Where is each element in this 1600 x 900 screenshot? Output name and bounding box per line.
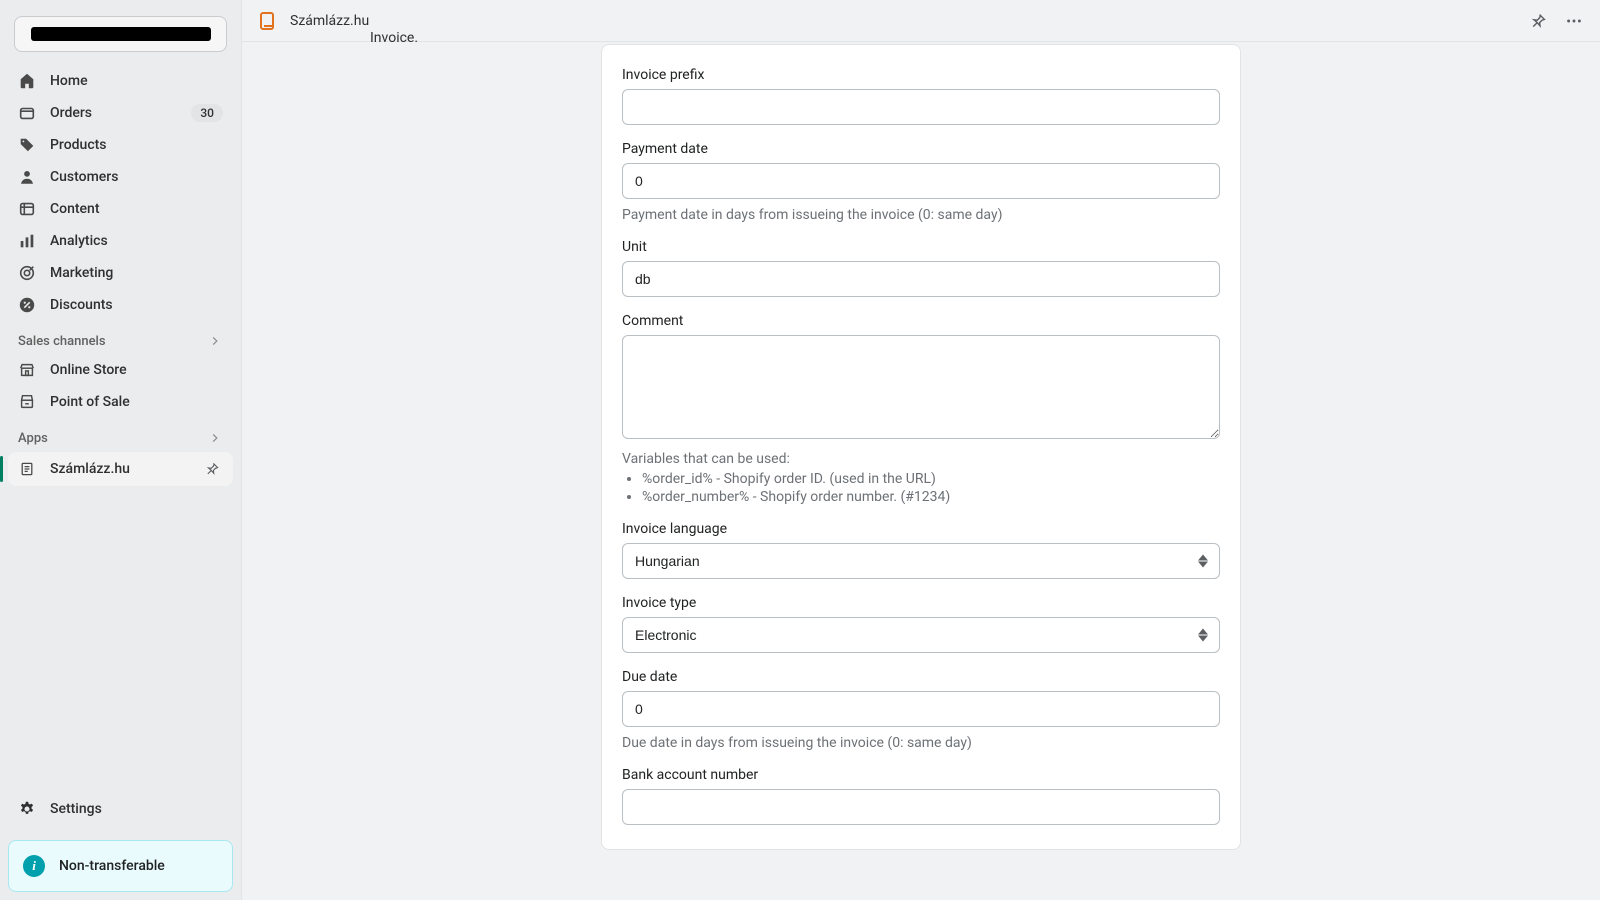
select-invoice-type[interactable]: Electronic [622,617,1220,653]
field-payment-date: Payment date Payment date in days from i… [622,141,1220,223]
select-invoice-language[interactable]: Hungarian [622,543,1220,579]
gear-icon [18,800,36,818]
settings-card: Invoice prefix Payment date Payment date… [601,44,1241,850]
orders-badge: 30 [191,104,223,122]
main: Számlázz.hu Invoice. Invoice prefix [242,0,1600,900]
topbar-more-button[interactable] [1560,7,1588,35]
nav-content-label: Content [50,201,100,217]
pos-icon [18,393,36,411]
apps-nav: Számlázz.hu [8,452,233,486]
input-comment[interactable] [622,335,1220,439]
chevron-right-icon [209,335,223,349]
app-root: Home Orders 30 Products Customers [0,0,1600,900]
help-comment-list: %order_id% - Shopify order ID. (used in … [642,471,1220,505]
field-invoice-type: Invoice type Electronic [622,595,1220,653]
input-unit[interactable] [622,261,1220,297]
field-due-date: Due date Due date in days from issueing … [622,669,1220,751]
primary-nav: Home Orders 30 Products Customers [8,66,233,320]
label-invoice-type: Invoice type [622,595,1220,611]
pin-icon [205,462,219,476]
label-comment: Comment [622,313,1220,329]
nav-content[interactable]: Content [8,194,233,224]
field-unit: Unit [622,239,1220,297]
help-comment-item: %order_number% - Shopify order number. (… [642,489,1220,505]
channel-pos-label: Point of Sale [50,394,130,410]
section-sales-channels[interactable]: Sales channels [8,320,233,355]
nav-settings-label: Settings [50,801,102,817]
nav-orders-label: Orders [50,105,92,121]
topbar: Számlázz.hu [242,0,1600,42]
field-invoice-prefix: Invoice prefix [622,67,1220,125]
sidebar-spacer [8,486,233,792]
more-horizontal-icon [1565,12,1583,30]
section-sales-channels-label: Sales channels [18,334,106,349]
section-apps[interactable]: Apps [8,417,233,452]
nav-discounts[interactable]: Discounts [8,290,233,320]
pin-button[interactable] [201,458,223,480]
label-bank-account: Bank account number [622,767,1220,783]
chevron-right-icon [209,432,223,446]
app-szamlazz[interactable]: Számlázz.hu [8,452,233,486]
channel-online-store[interactable]: Online Store [8,355,233,385]
nav-home[interactable]: Home [8,66,233,96]
section-apps-label: Apps [18,431,48,446]
label-payment-date: Payment date [622,141,1220,157]
nav-settings[interactable]: Settings [8,792,233,826]
info-banner: i Non-transferable [8,840,233,892]
input-bank-account[interactable] [622,789,1220,825]
app-icon [18,460,36,478]
label-invoice-prefix: Invoice prefix [622,67,1220,83]
channel-pos[interactable]: Point of Sale [8,387,233,417]
person-icon [18,168,36,186]
input-payment-date[interactable] [622,163,1220,199]
nav-products[interactable]: Products [8,130,233,160]
page-section-hint: Invoice. [370,30,418,46]
target-icon [18,264,36,282]
sidebar: Home Orders 30 Products Customers [0,0,242,900]
help-due-date: Due date in days from issueing the invoi… [622,735,1220,751]
field-bank-account: Bank account number [622,767,1220,825]
nav-marketing[interactable]: Marketing [8,258,233,288]
pin-icon [1530,13,1546,29]
nav-analytics-label: Analytics [50,233,108,249]
label-unit: Unit [622,239,1220,255]
store-name-redacted [31,27,211,41]
nav-orders[interactable]: Orders 30 [8,98,233,128]
nav-customers-label: Customers [50,169,118,185]
info-banner-text: Non-transferable [59,858,165,874]
info-icon: i [23,855,45,877]
analytics-icon [18,232,36,250]
sales-channels-nav: Online Store Point of Sale [8,355,233,417]
label-due-date: Due date [622,669,1220,685]
help-comment-item: %order_id% - Shopify order ID. (used in … [642,471,1220,487]
app-szamlazz-label: Számlázz.hu [50,461,130,477]
store-switcher[interactable] [14,16,227,52]
help-comment-intro: Variables that can be used: [622,451,1220,467]
help-payment-date: Payment date in days from issueing the i… [622,207,1220,223]
orders-icon [18,104,36,122]
input-due-date[interactable] [622,691,1220,727]
tag-icon [18,136,36,154]
channel-online-store-label: Online Store [50,362,127,378]
label-invoice-language: Invoice language [622,521,1220,537]
home-icon [18,72,36,90]
nav-home-label: Home [50,73,88,89]
nav-analytics[interactable]: Analytics [8,226,233,256]
nav-marketing-label: Marketing [50,265,113,281]
topbar-pin-button[interactable] [1524,7,1552,35]
content-scroll[interactable]: Invoice prefix Payment date Payment date… [242,42,1600,900]
topbar-title: Számlázz.hu [290,13,369,29]
input-invoice-prefix[interactable] [622,89,1220,125]
nav-products-label: Products [50,137,107,153]
discount-icon [18,296,36,314]
app-logo-icon [258,11,278,31]
content-icon [18,200,36,218]
field-invoice-language: Invoice language Hungarian [622,521,1220,579]
nav-discounts-label: Discounts [50,297,113,313]
nav-customers[interactable]: Customers [8,162,233,192]
topbar-actions [1524,7,1588,35]
field-comment: Comment Variables that can be used: %ord… [622,313,1220,505]
storefront-icon [18,361,36,379]
